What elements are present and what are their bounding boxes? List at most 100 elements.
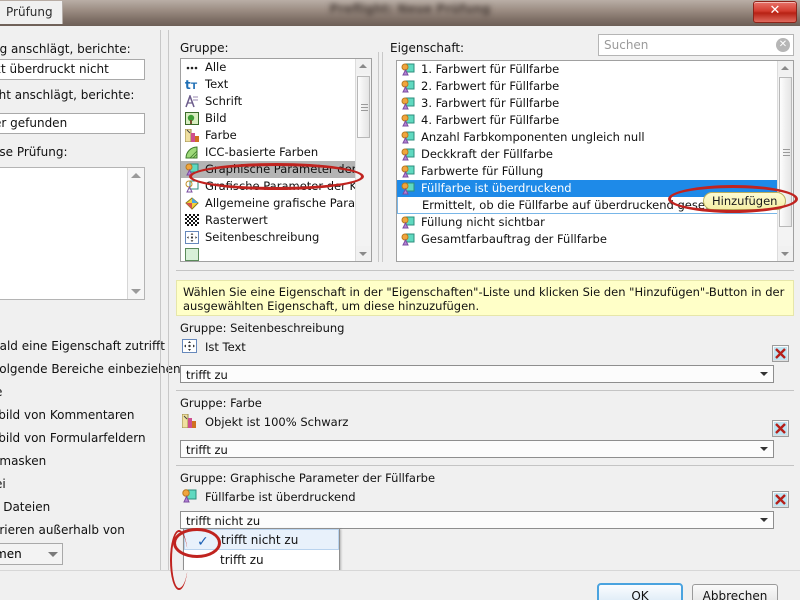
- left-textarea[interactable]: [0, 167, 145, 300]
- close-icon[interactable]: ✕: [753, 1, 797, 23]
- group-list-item-label: Schrift: [205, 94, 243, 108]
- condition-operator-1[interactable]: trifft zu: [180, 440, 774, 458]
- scroll-up-icon[interactable]: [356, 59, 371, 74]
- property-list-item-label: Füllung nicht sichtbar: [421, 215, 545, 229]
- group-list-item[interactable]: t T Text: [181, 76, 356, 93]
- property-listbox[interactable]: 1. Farbwert für Füllfarbe 2. Farbwert für…: [396, 60, 794, 262]
- clear-search-icon[interactable]: ✕: [776, 38, 790, 52]
- property-list-item[interactable]: 4. Farbwert für Füllfarbe: [397, 112, 778, 129]
- fill-params-icon: [401, 114, 415, 127]
- group-list-item[interactable]: Bild: [181, 110, 356, 127]
- left-input-2[interactable]: er gefunden: [0, 113, 145, 134]
- fill-params-icon: [401, 233, 415, 246]
- property-list-item[interactable]: 2. Farbwert für Füllfarbe: [397, 78, 778, 95]
- hint-separator-1: [176, 270, 794, 271]
- dropdown-option-label: trifft zu: [220, 553, 264, 567]
- delete-condition-button-2[interactable]: [772, 491, 789, 508]
- hint-box: Wählen Sie eine Eigenschaft in der "Eige…: [176, 280, 794, 316]
- left-input-1[interactable]: kt überdruckt nicht: [0, 59, 145, 80]
- scroll-down-icon[interactable]: [356, 246, 371, 261]
- group-list-item[interactable]: Farbe: [181, 127, 356, 144]
- title-bar: Preflight: Neue Prüfung ✕: [0, 0, 800, 26]
- property-list-item[interactable]: 1. Farbwert für Füllfarbe: [397, 61, 778, 78]
- cancel-button[interactable]: Abbrechen: [692, 584, 778, 600]
- property-list-inner: 1. Farbwert für Füllfarbe 2. Farbwert für…: [397, 61, 778, 261]
- left-combo[interactable]: men: [0, 543, 63, 565]
- group-list-item[interactable]: Seitenbeschreibung: [181, 229, 356, 246]
- group-scrollbar[interactable]: [355, 59, 371, 261]
- color-icon: [184, 128, 199, 143]
- page-desc-icon: [185, 231, 199, 244]
- property-list-item-label: Gesamtfarbauftrag der Füllfarbe: [421, 232, 607, 246]
- scroll-down-icon[interactable]: [778, 246, 793, 261]
- fill-params-icon: [401, 97, 415, 110]
- condition-operator-value-0: trifft zu: [186, 368, 228, 382]
- scroll-down-icon[interactable]: [131, 289, 141, 294]
- property-list-item[interactable]: 3. Farbwert für Füllfarbe: [397, 95, 778, 112]
- property-list-item-label: 1. Farbwert für Füllfarbe: [421, 62, 560, 76]
- group-list-item-label: Rasterwert: [205, 213, 268, 227]
- annotation-arc-left: [170, 530, 188, 590]
- property-list-item-label: Farbwerte für Füllung: [421, 164, 544, 178]
- left-label-2: cht anschlägt, berichte:: [0, 88, 135, 102]
- tab-pruefung[interactable]: Prüfung: [0, 1, 63, 24]
- group-list-item-label: Alle: [205, 60, 227, 74]
- scrollbar-thumb[interactable]: [357, 76, 370, 138]
- annotation-ellipse-add: [668, 185, 798, 213]
- fill-params-icon: [401, 182, 415, 195]
- image-icon: [185, 112, 199, 125]
- left-textarea-scrollbar[interactable]: [127, 168, 144, 299]
- property-list-item[interactable]: Farbwerte für Füllung: [397, 163, 778, 180]
- property-list-item-label: Deckkraft der Füllfarbe: [421, 147, 553, 161]
- property-list-item-label: Anzahl Farbkomponenten ungleich null: [421, 130, 645, 144]
- group-list-item-label: Seitenbeschreibung: [205, 230, 320, 244]
- fill-params-icon: [182, 489, 197, 503]
- group-list-item[interactable]: Schrift: [181, 93, 356, 110]
- group-list-item[interactable]: [181, 246, 356, 261]
- group-list-item[interactable]: ICC-basierte Farben: [181, 144, 356, 161]
- condition-operator-value-1: trifft zu: [186, 443, 228, 457]
- property-list-item[interactable]: Anzahl Farbkomponenten ungleich null: [397, 129, 778, 146]
- left-label-11[interactable]: e Dateien: [0, 500, 50, 514]
- search-input[interactable]: Suchen ✕: [598, 34, 794, 56]
- group-list-item[interactable]: Allgemeine grafische Paramete: [181, 195, 356, 212]
- group-listbox[interactable]: Alle t T Text Schrift Bild Farbe ICC-basierte F…: [180, 58, 372, 262]
- icc-color-icon: [185, 146, 199, 159]
- condition-operator-2[interactable]: trifft nicht zu: [180, 511, 774, 529]
- partial-icon: [185, 248, 199, 261]
- left-combo-value: men: [0, 547, 22, 561]
- property-scrollbar[interactable]: [777, 61, 793, 261]
- group-list-item-label: Allgemeine grafische Paramete: [205, 196, 356, 210]
- group-list-item[interactable]: Rasterwert: [181, 212, 356, 229]
- property-list-item[interactable]: Deckkraft der Füllfarbe: [397, 146, 778, 163]
- group-list-item[interactable]: Alle: [181, 59, 356, 76]
- chevron-down-icon: [760, 447, 768, 451]
- left-label-6[interactable]: e: [0, 385, 2, 399]
- left-label-10[interactable]: ei: [0, 477, 6, 491]
- fill-params-icon: [401, 131, 415, 144]
- svg-text:T: T: [191, 82, 198, 91]
- left-label-12: orieren außerhalb von: [0, 523, 125, 537]
- condition-separator-1: [176, 465, 794, 466]
- condition-property-1: Objekt ist 100% Schwarz: [205, 415, 349, 429]
- scroll-up-icon[interactable]: [131, 173, 141, 178]
- ok-button[interactable]: OK: [597, 583, 683, 600]
- condition-operator-value-2: trifft nicht zu: [186, 514, 261, 528]
- scroll-up-icon[interactable]: [778, 61, 793, 76]
- left-label-9[interactable]: emasken: [0, 454, 46, 468]
- condition-separator-0: [176, 390, 794, 391]
- group-list-item-label: Text: [205, 77, 229, 91]
- condition-operator-0[interactable]: trifft zu: [180, 365, 774, 383]
- fill-params-icon: [401, 63, 415, 76]
- property-list-item[interactable]: Gesamtfarbauftrag der Füllfarbe: [397, 231, 778, 248]
- delete-condition-button-1[interactable]: [772, 420, 789, 437]
- left-label-4: bald eine Eigenschaft zutrifft: [0, 339, 165, 353]
- fill-params-icon: [401, 148, 415, 161]
- property-list-item[interactable]: Füllung nicht sichtbar: [397, 214, 778, 231]
- group-list-inner: Alle t T Text Schrift Bild Farbe ICC-basierte F…: [181, 59, 356, 261]
- delete-condition-button-0[interactable]: [772, 345, 789, 362]
- left-label-3: ese Prüfung:: [0, 145, 68, 159]
- left-label-7[interactable]: sbild von Kommentaren: [0, 408, 135, 422]
- left-label-8[interactable]: sbild von Formularfeldern: [0, 431, 146, 445]
- left-panel: ng anschlägt, berichte: kt überdruckt ni…: [0, 26, 185, 600]
